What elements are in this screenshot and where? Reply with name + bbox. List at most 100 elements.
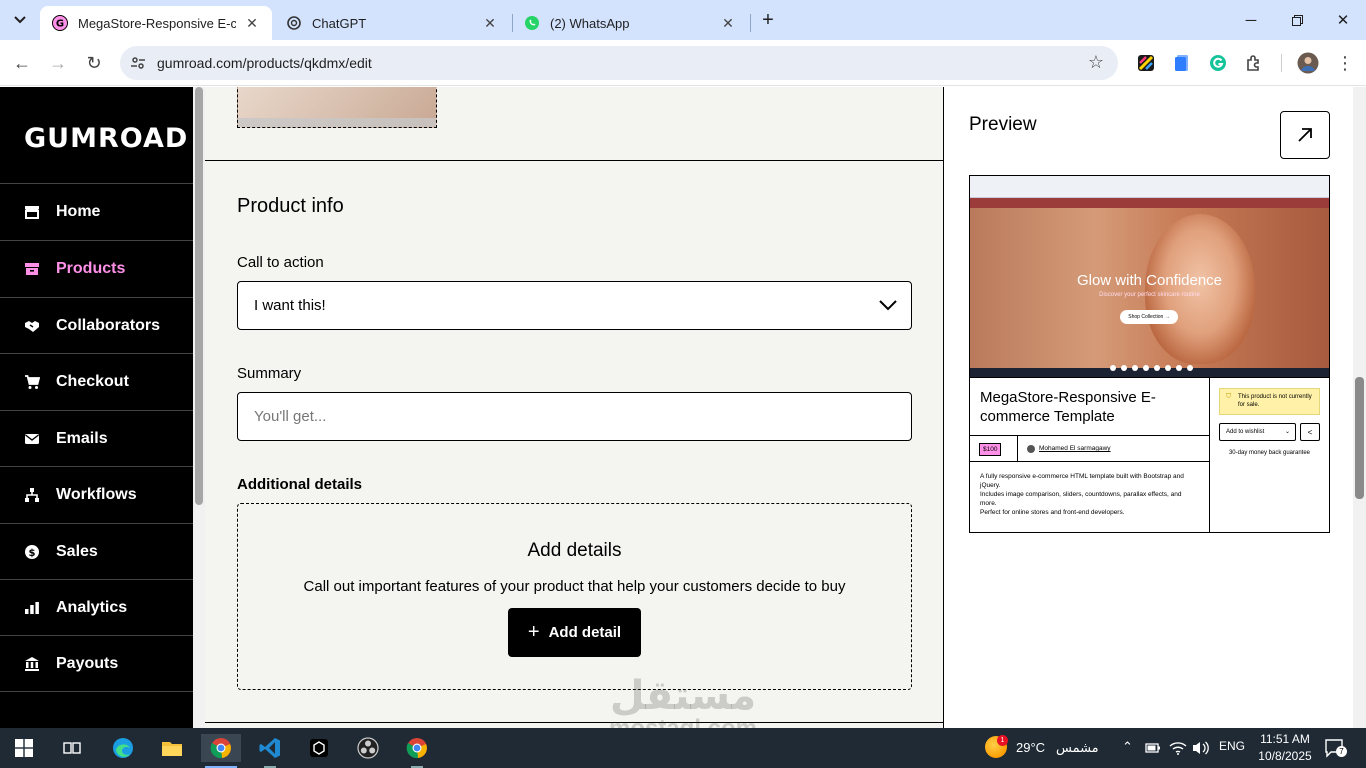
close-tab-icon[interactable]: ✕: [244, 15, 260, 31]
share-button[interactable]: <: [1300, 423, 1320, 441]
page-scrollbar[interactable]: [1353, 87, 1366, 728]
browser-menu-icon[interactable]: ⋮: [1336, 53, 1354, 74]
scrollbar-thumb[interactable]: [195, 87, 203, 505]
new-tab-button[interactable]: +: [756, 8, 780, 32]
sidebar-item-checkout[interactable]: Checkout: [0, 353, 193, 410]
chevron-up-icon[interactable]: ⌃: [1122, 739, 1133, 755]
toolbar-separator: [1281, 54, 1282, 72]
tab-chatgpt[interactable]: ChatGPT ✕: [274, 6, 510, 40]
restore-button[interactable]: [1274, 0, 1320, 40]
minimize-button[interactable]: ─: [1228, 0, 1274, 40]
tab-whatsapp[interactable]: (2) WhatsApp ✕: [512, 6, 748, 40]
folder-icon: [162, 742, 182, 756]
bank-icon: [24, 656, 40, 672]
meta-separator: [1017, 436, 1018, 461]
start-button[interactable]: [4, 734, 44, 762]
sidebar-item-collaborators[interactable]: Collaborators: [0, 297, 193, 354]
input-language[interactable]: ENG: [1219, 739, 1245, 753]
tab-search-button[interactable]: [8, 8, 32, 32]
close-tab-icon[interactable]: ✕: [720, 15, 736, 31]
product-cover-thumbnail[interactable]: [237, 87, 437, 128]
gumroad-favicon-icon: G: [52, 15, 68, 31]
forward-button[interactable]: →: [46, 51, 70, 75]
plus-icon: +: [527, 621, 540, 643]
notification-center-button[interactable]: 7: [1324, 738, 1347, 758]
extension-document-icon[interactable]: [1173, 54, 1191, 72]
sidebar-item-workflows[interactable]: Workflows: [0, 466, 193, 523]
gumroad-logo[interactable]: GUMROAD: [24, 123, 188, 154]
author-link[interactable]: Mohamed El sarmagawy: [1039, 445, 1111, 452]
add-detail-button[interactable]: + Add detail: [508, 608, 641, 657]
wifi-icon[interactable]: [1169, 740, 1187, 756]
sidebar-item-label: Sales: [56, 543, 98, 560]
carousel-dots[interactable]: [1110, 365, 1193, 371]
cover-hero-button: Shop Collection →: [1120, 310, 1178, 324]
extensions-puzzle-icon[interactable]: [1245, 54, 1263, 72]
product-cover-image[interactable]: Glow with Confidence Discover your perfe…: [970, 176, 1329, 377]
handshake-icon: [24, 318, 40, 334]
cta-select[interactable]: I want this!: [237, 281, 912, 330]
store-icon: [24, 204, 40, 220]
extension-grammarly-icon[interactable]: [1209, 54, 1227, 72]
taskbar-obs[interactable]: [348, 734, 388, 762]
profile-avatar[interactable]: [1297, 52, 1319, 74]
tab-title: ChatGPT: [312, 15, 367, 31]
sidebar-item-products[interactable]: Products: [0, 240, 193, 297]
cover-hero-subtitle: Discover your perfect skincare routine: [1099, 292, 1200, 298]
sidebar-item-label: Payouts: [56, 654, 119, 672]
address-bar[interactable]: gumroad.com/products/qkdmx/edit ☆: [120, 46, 1118, 80]
back-button[interactable]: ←: [10, 51, 34, 75]
cta-selected-value: I want this!: [254, 297, 326, 314]
weather-badge: 1: [997, 735, 1008, 746]
warning-icon: ⛉: [1226, 393, 1232, 400]
taskbar-edge[interactable]: [103, 734, 143, 762]
add-details-dropzone: Add details Call out important features …: [237, 503, 912, 690]
edge-icon: [113, 738, 133, 758]
cover-browser-chrome: [970, 176, 1329, 198]
system-clock[interactable]: 11:51 AM 10/8/2025: [1250, 731, 1320, 765]
add-to-wishlist-select[interactable]: Add to wishlist ⌄: [1219, 423, 1296, 441]
product-preview-card: Glow with Confidence Discover your perfe…: [969, 175, 1330, 533]
sidebar-item-sales[interactable]: $ Sales: [0, 523, 193, 580]
windows-logo-icon: [15, 739, 33, 757]
tab-title: MegaStore-Responsive E-comm: [78, 15, 236, 31]
arrow-right-icon: →: [49, 52, 67, 73]
whatsapp-favicon-icon: [525, 16, 539, 30]
volume-icon[interactable]: [1192, 740, 1210, 756]
task-view-button[interactable]: [52, 734, 92, 762]
taskbar-chrome-active[interactable]: [201, 734, 241, 768]
weather-condition[interactable]: مشمس: [1056, 740, 1099, 756]
battery-icon[interactable]: [1145, 741, 1161, 755]
taskbar-chrome-profile[interactable]: [397, 734, 437, 768]
extension-colorzilla-icon[interactable]: [1137, 54, 1155, 72]
description-line: Includes image comparison, sliders, coun…: [980, 491, 1182, 507]
summary-input[interactable]: [237, 392, 912, 441]
reload-icon: ↻: [86, 52, 102, 73]
not-for-sale-notice: ⛉ This product is not currently for sale…: [1219, 388, 1320, 415]
product-editor: Product info Call to action I want this!…: [205, 87, 944, 728]
open-preview-button[interactable]: [1280, 111, 1330, 159]
taskbar-cube-app[interactable]: [299, 734, 339, 762]
tab-strip: G MegaStore-Responsive E-comm ✕ ChatGPT …: [0, 0, 1366, 40]
weather-temperature[interactable]: 29°C: [1016, 740, 1045, 755]
sidebar-item-home[interactable]: Home: [0, 183, 193, 240]
close-window-button[interactable]: ✕: [1320, 0, 1366, 40]
description-line: A fully responsive e-commerce HTML templ…: [980, 473, 1184, 489]
arrow-left-icon: ←: [13, 52, 31, 73]
sidebar-item-emails[interactable]: Emails: [0, 410, 193, 467]
cta-label: Call to action: [237, 254, 324, 271]
sidebar-item-analytics[interactable]: Analytics: [0, 579, 193, 636]
vscode-icon: [259, 738, 280, 758]
taskbar-vscode[interactable]: [250, 734, 290, 768]
tab-gumroad[interactable]: G MegaStore-Responsive E-comm ✕: [40, 6, 272, 40]
sidebar-item-label: Home: [56, 203, 101, 220]
close-tab-icon[interactable]: ✕: [482, 15, 498, 31]
sidebar-scrollbar[interactable]: [193, 87, 205, 728]
bookmark-star-icon[interactable]: ☆: [1088, 52, 1104, 73]
scrollbar-thumb[interactable]: [1355, 377, 1364, 499]
reload-button[interactable]: ↻: [82, 51, 106, 75]
price-tag: $100: [979, 443, 1002, 456]
taskbar-file-explorer[interactable]: [152, 734, 192, 762]
cart-icon: [24, 374, 40, 390]
sidebar-item-payouts[interactable]: Payouts: [0, 635, 193, 692]
